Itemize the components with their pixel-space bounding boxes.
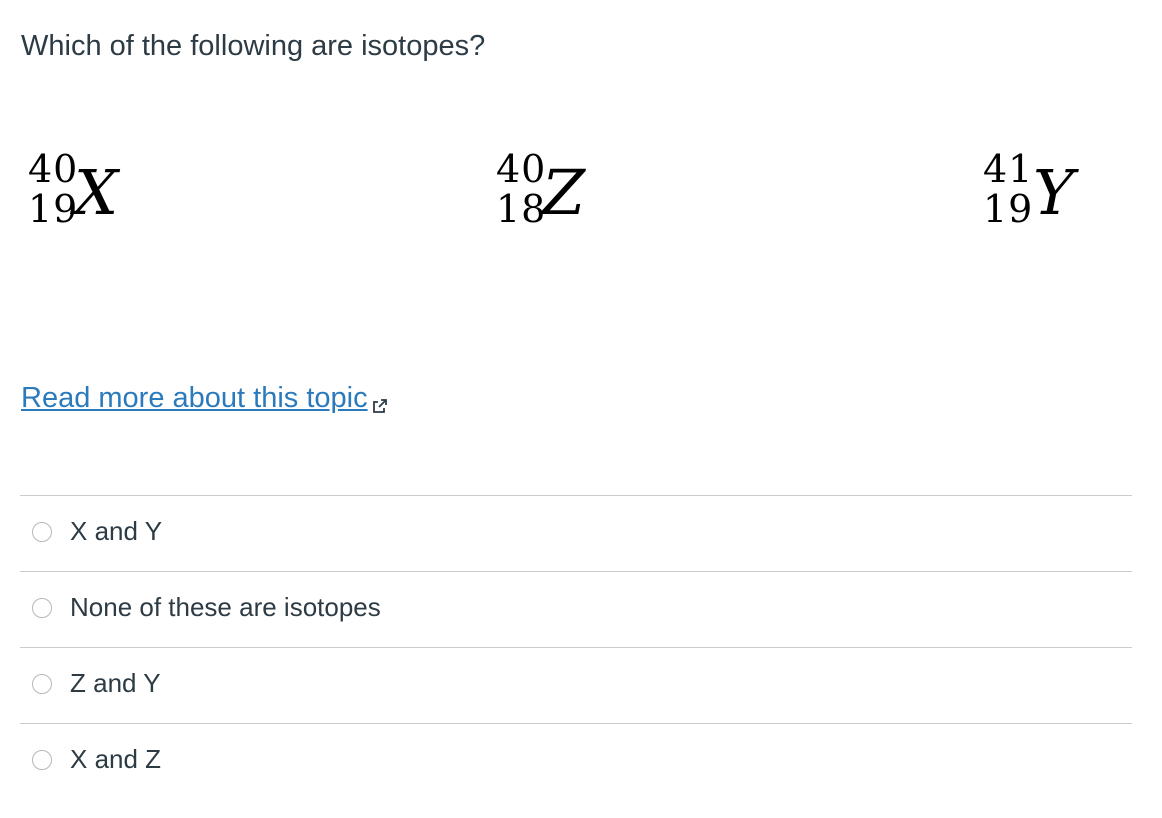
answer-label: None of these are isotopes xyxy=(70,592,381,622)
atomic-number: 19 xyxy=(983,187,1034,231)
answer-option[interactable]: X and Z xyxy=(20,723,1132,799)
element-symbol: X xyxy=(74,156,119,229)
answer-label: X and Y xyxy=(70,516,163,546)
element-symbol: Y xyxy=(1033,156,1074,229)
mass-number: 41 xyxy=(983,147,1034,191)
answer-option[interactable]: X and Y xyxy=(20,495,1132,571)
mass-number: 40 xyxy=(28,147,79,191)
external-link-icon xyxy=(372,389,388,414)
answer-label: Z and Y xyxy=(70,668,161,698)
answer-option[interactable]: Z and Y xyxy=(20,647,1132,723)
nuclide-list: 40 19 X 40 18 Z 41 19 Y xyxy=(0,140,1162,250)
radio-button[interactable] xyxy=(32,674,52,694)
element-symbol: Z xyxy=(542,156,586,229)
read-more-label: Read more about this topic xyxy=(21,382,368,414)
question-text: Which of the following are isotopes? xyxy=(21,30,486,62)
answer-label: X and Z xyxy=(70,744,162,774)
read-more-link[interactable]: Read more about this topic xyxy=(21,382,388,415)
atomic-number: 19 xyxy=(28,187,79,231)
answer-list: X and Y None of these are isotopes Z and… xyxy=(20,495,1132,799)
radio-button[interactable] xyxy=(32,598,52,618)
radio-button[interactable] xyxy=(32,750,52,770)
mass-number: 40 xyxy=(496,147,547,191)
answer-option[interactable]: None of these are isotopes xyxy=(20,571,1132,647)
atomic-number: 18 xyxy=(496,187,547,231)
radio-button[interactable] xyxy=(32,522,52,542)
